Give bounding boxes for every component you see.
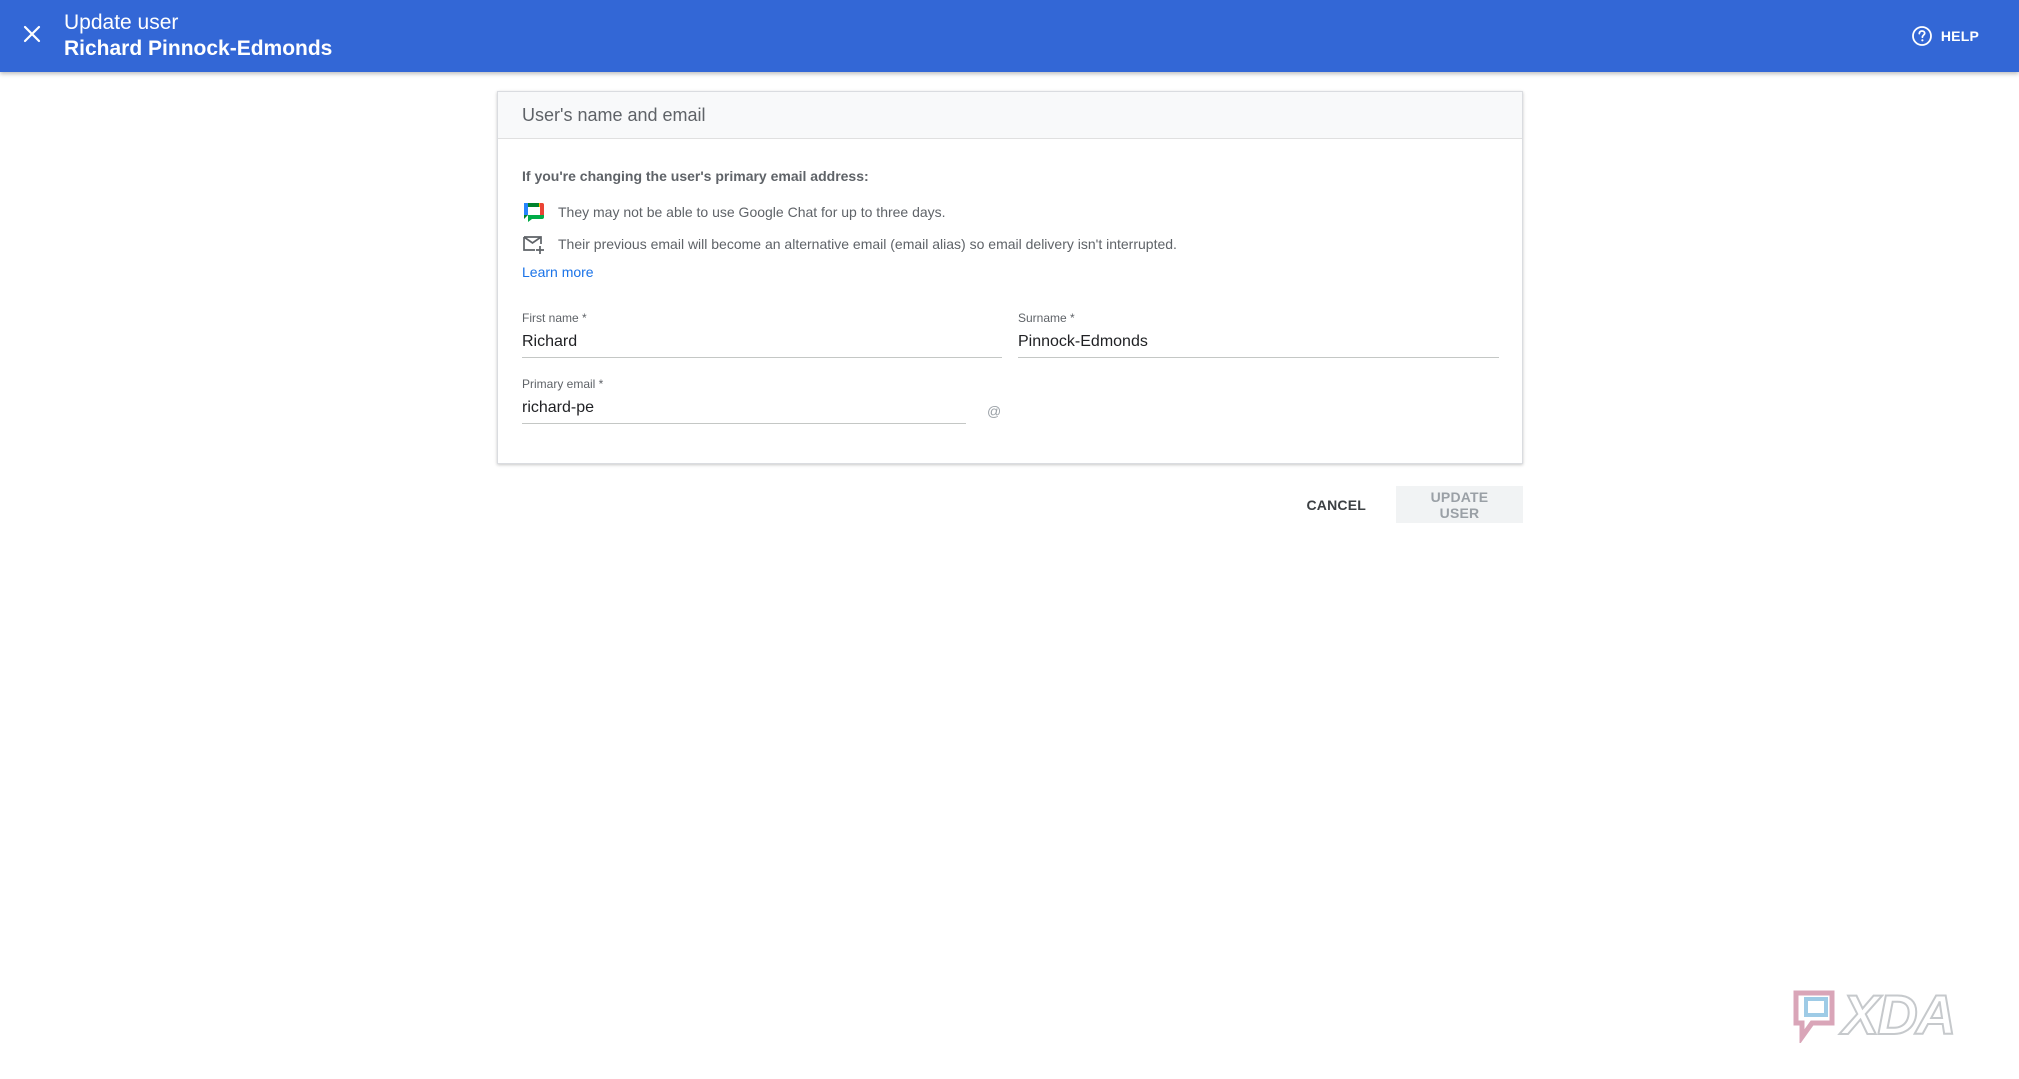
update-user-button[interactable]: UPDATE USER	[1396, 486, 1523, 523]
user-name-email-card: User's name and email If you're changing…	[497, 91, 1523, 464]
first-name-label: First name *	[522, 311, 587, 325]
header-titles: Update user Richard Pinnock-Edmonds	[64, 10, 332, 62]
close-button[interactable]	[18, 20, 46, 48]
mail-add-icon	[523, 236, 544, 254]
surname-field: Surname *	[1018, 311, 1499, 358]
google-chat-icon	[524, 203, 544, 222]
close-icon	[23, 25, 41, 43]
learn-more-link[interactable]: Learn more	[522, 264, 594, 280]
primary-email-label: Primary email *	[522, 377, 604, 391]
cancel-button[interactable]: CANCEL	[1288, 486, 1384, 523]
notice-email-alias: Their previous email will become an alte…	[522, 233, 1177, 255]
top-app-bar: Update user Richard Pinnock-Edmonds HELP	[0, 0, 2019, 72]
notice-heading: If you're changing the user's primary em…	[522, 168, 869, 184]
xda-watermark: XDA	[1792, 982, 1957, 1047]
notice-chat-text: They may not be able to use Google Chat …	[558, 204, 946, 220]
help-button[interactable]: HELP	[1911, 23, 1979, 49]
notice-email-alias-text: Their previous email will become an alte…	[558, 236, 1177, 252]
card-header: User's name and email	[498, 92, 1522, 139]
card-title: User's name and email	[522, 104, 706, 125]
surname-input[interactable]	[1018, 325, 1499, 358]
page-subtitle: Richard Pinnock-Edmonds	[64, 37, 333, 60]
notice-chat: They may not be able to use Google Chat …	[522, 201, 946, 223]
email-at-sign: @	[987, 403, 1002, 419]
xda-logo-icon	[1793, 990, 1835, 1043]
help-circle-icon	[1911, 26, 1932, 46]
primary-email-field: Primary email *	[522, 377, 966, 424]
page-title: Update user	[64, 11, 179, 34]
first-name-field: First name *	[522, 311, 1002, 358]
primary-email-input[interactable]	[522, 391, 966, 424]
first-name-input[interactable]	[522, 325, 1002, 358]
surname-label: Surname *	[1018, 311, 1075, 325]
help-label: HELP	[1940, 28, 1979, 44]
watermark-text: XDA	[1841, 982, 1957, 1047]
form-actions: CANCEL UPDATE USER	[1288, 486, 1523, 523]
